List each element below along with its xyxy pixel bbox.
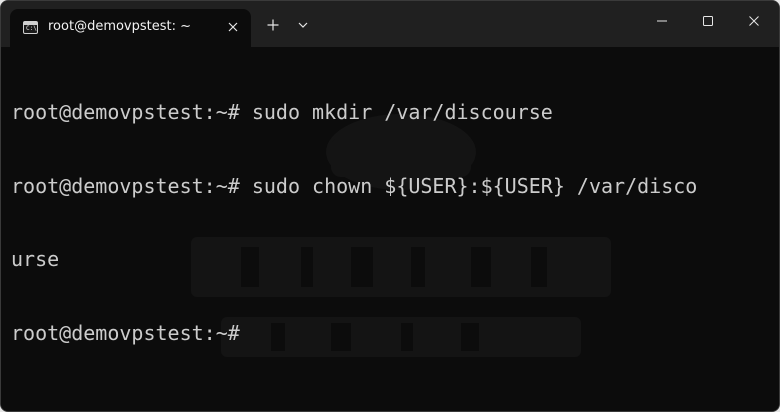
maximize-icon	[703, 16, 713, 26]
plus-icon	[267, 19, 279, 31]
terminal-line: urse	[11, 247, 60, 271]
tab-close-button[interactable]	[222, 16, 244, 38]
tab-root-demovpstest[interactable]: C:\ root@demovpstest: ~	[10, 9, 251, 47]
terminal-window: C:\ root@demovpstest: ~ root@demovpstest…	[0, 0, 780, 412]
terminal-output[interactable]: root@demovpstest:~# sudo mkdir /var/disc…	[1, 47, 779, 411]
terminal-line: root@demovpstest:~# sudo chown ${USER}:$…	[11, 173, 698, 198]
terminal-line: root@demovpstest:~# sudo mkdir /var/disc…	[11, 100, 553, 124]
close-window-button[interactable]	[731, 1, 777, 41]
chevron-down-icon	[298, 22, 308, 28]
tab-dropdown-button[interactable]	[293, 14, 313, 36]
title-bar[interactable]: C:\ root@demovpstest: ~	[1, 1, 779, 47]
close-icon	[228, 22, 238, 32]
terminal-icon: C:\	[23, 21, 38, 34]
tab-title: root@demovpstest: ~	[48, 19, 192, 34]
terminal-icon-label: C:\	[26, 25, 37, 32]
new-tab-button[interactable]	[262, 14, 284, 36]
minimize-button[interactable]	[639, 1, 685, 41]
terminal-prompt-line: root@demovpstest:~#	[11, 320, 252, 345]
terminal-text: root@demovpstest:~# sudo mkdir /var/disc…	[11, 51, 697, 394]
maximize-button[interactable]	[685, 1, 731, 41]
minimize-icon	[657, 20, 667, 22]
close-icon	[749, 16, 759, 26]
